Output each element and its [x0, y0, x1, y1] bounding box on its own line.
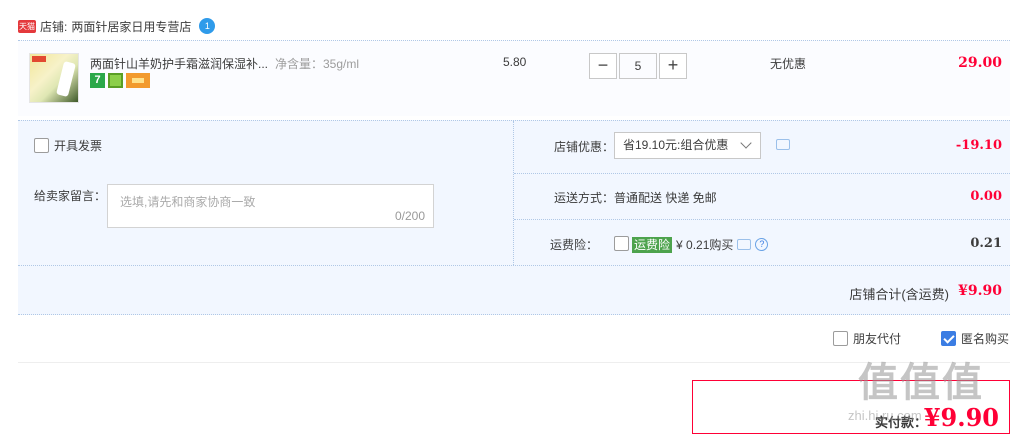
product-thumbnail[interactable]: [29, 53, 79, 103]
quantity-input[interactable]: 5: [619, 53, 657, 79]
thumb-tag: [32, 56, 46, 62]
insurance-price: ¥ 0.21购买: [676, 238, 734, 252]
shop-total-label: 店铺合计(含运费): [849, 287, 949, 302]
shipping-method: 普通配送 快递 免邮: [614, 191, 717, 205]
memo-char-count: 0/200: [394, 209, 425, 223]
insurance-tag: 运费险: [632, 236, 673, 253]
invoice-option[interactable]: 开具发票: [34, 137, 102, 154]
order-panel: 开具发票 给卖家留言： 选填,请先和商家协商一致 0/200 店铺优惠： 省19…: [18, 120, 1010, 315]
tmall-icon: 天猫: [18, 19, 36, 33]
shipping-row: 运送方式： 普通配送 快递 免邮 0.00: [514, 173, 1010, 219]
coupon-select[interactable]: 省19.10元:组合优惠: [614, 132, 761, 159]
insurance-offer: 运费险 ¥ 0.21购买 ?: [632, 236, 769, 253]
shipping-label: 运送方式：: [553, 191, 614, 205]
insurance-message-icon[interactable]: [737, 239, 752, 250]
coupon-amount: -19.10: [955, 138, 1002, 153]
quantity-stepper: − 5 +: [589, 53, 687, 79]
chat-icon[interactable]: 1: [199, 18, 216, 34]
memo-label: 给卖家留言：: [34, 189, 107, 203]
watermark-logo: 值值值: [858, 361, 984, 405]
friend-pay-label: 朋友代付: [853, 332, 902, 346]
memo-placeholder: 选填,请先和商家协商一致: [120, 195, 256, 209]
insurance-checkbox[interactable]: [614, 236, 629, 251]
coupon-message-icon[interactable]: [776, 139, 790, 150]
order-left-panel: 开具发票 给卖家留言： 选填,请先和商家协商一致 0/200: [18, 121, 514, 265]
shop-label: 店铺:: [40, 19, 68, 34]
item-discount: 无优惠: [770, 57, 807, 71]
credit-card-icon[interactable]: [126, 73, 150, 88]
service-badges: 7: [90, 73, 150, 88]
shipping-amount: 0.00: [970, 189, 1002, 204]
item-subtotal: 29.00: [958, 55, 1002, 71]
unit-price: 5.80: [503, 55, 527, 69]
insurance-row: 运费险： 运费险 ¥ 0.21购买 ? 0.21: [514, 219, 1010, 265]
friend-pay-checkbox[interactable]: [833, 331, 848, 346]
anonymous-label: 匿名购买: [961, 332, 1010, 346]
chevron-down-icon: [740, 137, 752, 149]
shop-name-link[interactable]: 两面针居家日用专营店: [71, 18, 191, 35]
coupon-value: 省19.10元:组合优惠: [623, 138, 729, 152]
product-spec: 净含量：35g/ml: [275, 57, 360, 71]
invoice-checkbox[interactable]: [34, 138, 49, 153]
insurance-amount: 0.21: [970, 236, 1002, 251]
anonymous-option[interactable]: 匿名购买: [941, 330, 1009, 347]
watermark-url: zhi.hi.ru.com: [848, 408, 922, 423]
increase-button[interactable]: +: [659, 53, 687, 79]
thumb-tube: [56, 61, 76, 97]
invoice-label: 开具发票: [54, 139, 103, 153]
memo-textarea[interactable]: 选填,请先和商家协商一致 0/200: [107, 184, 434, 228]
anonymous-checkbox[interactable]: [941, 331, 956, 346]
seven-day-return-icon[interactable]: 7: [90, 73, 105, 88]
shop-total-row: 店铺合计(含运费) ¥9.90: [18, 265, 1010, 316]
cart-item-row: 两面针山羊奶护手霜滋润保湿补... 净含量：35g/ml 7 5.80 − 5 …: [18, 40, 1010, 116]
insurance-label: 运费险：: [549, 238, 598, 252]
shop-total-value: ¥9.90: [958, 283, 1002, 299]
friend-pay-option[interactable]: 朋友代付: [833, 330, 901, 347]
guarantee-icon[interactable]: [108, 73, 123, 88]
coupon-label: 店铺优惠：: [553, 140, 614, 154]
product-title-link[interactable]: 两面针山羊奶护手霜滋润保湿补...: [90, 55, 272, 72]
shop-header: 天猫 店铺: 两面针居家日用专营店 1: [18, 14, 216, 38]
help-icon[interactable]: ?: [755, 238, 769, 251]
decrease-button[interactable]: −: [589, 53, 617, 79]
